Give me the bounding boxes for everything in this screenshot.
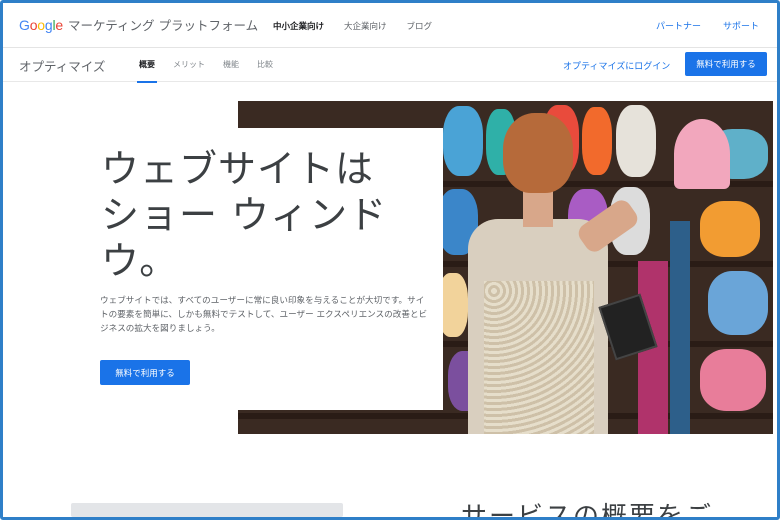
partners-link[interactable]: パートナー xyxy=(656,19,701,32)
product-name: マーケティング プラットフォーム xyxy=(68,18,259,33)
nav-small-business[interactable]: 中小企業向け xyxy=(273,20,324,32)
tab-benefits[interactable]: メリット xyxy=(173,59,205,70)
sub-header: オプティマイズ 概要 メリット 機能 比較 オプティマイズにログイン 無料で利用… xyxy=(3,48,777,83)
top-header: Google マーケティング プラットフォーム 中小企業向け 大企業向け ブログ… xyxy=(3,3,777,48)
support-link[interactable]: サポート xyxy=(723,19,759,32)
nav-blog[interactable]: ブログ xyxy=(407,20,433,32)
nav-enterprise[interactable]: 大企業向け xyxy=(344,20,387,32)
knit-hat xyxy=(674,119,730,189)
hero-title: ウェブサイトは ショー ウィンド ウ。 xyxy=(101,147,388,283)
tab-overview[interactable]: 概要 xyxy=(137,59,157,83)
hero-description: ウェブサイトでは、すべてのユーザーに常に良い印象を与えることが大切です。サイトの… xyxy=(100,296,428,334)
scarf xyxy=(670,221,690,434)
top-nav: 中小企業向け 大企業向け ブログ xyxy=(273,20,432,32)
section-heading: サービスの概要をご xyxy=(461,502,714,520)
placeholder-bar xyxy=(71,503,343,517)
yarn xyxy=(700,349,766,411)
yarn xyxy=(443,106,483,176)
yarn xyxy=(616,105,656,177)
yarn xyxy=(700,201,760,257)
sub-nav: 概要 メリット 機能 比較 xyxy=(137,59,273,83)
person-neck xyxy=(523,187,553,227)
top-right-links: パートナー サポート xyxy=(656,19,759,32)
lace-pattern xyxy=(484,281,594,434)
yarn xyxy=(582,107,612,175)
person-hair xyxy=(503,113,573,193)
tab-compare[interactable]: 比較 xyxy=(257,59,273,70)
header-signup-button[interactable]: 無料で利用する xyxy=(685,52,767,76)
tab-features[interactable]: 機能 xyxy=(223,59,239,70)
hero-card: ウェブサイトは ショー ウィンド ウ。 ウェブサイトでは、すべてのユーザーに常に… xyxy=(71,128,443,410)
google-logo: Google xyxy=(19,17,63,33)
login-link[interactable]: オプティマイズにログイン xyxy=(563,59,670,72)
product-title[interactable]: オプティマイズ xyxy=(19,56,105,75)
yarn xyxy=(708,271,768,335)
hero-signup-button[interactable]: 無料で利用する xyxy=(100,360,190,385)
product-logo[interactable]: Google マーケティング プラットフォーム xyxy=(19,15,258,34)
browser-frame: Google マーケティング プラットフォーム 中小企業向け 大企業向け ブログ… xyxy=(0,0,780,520)
